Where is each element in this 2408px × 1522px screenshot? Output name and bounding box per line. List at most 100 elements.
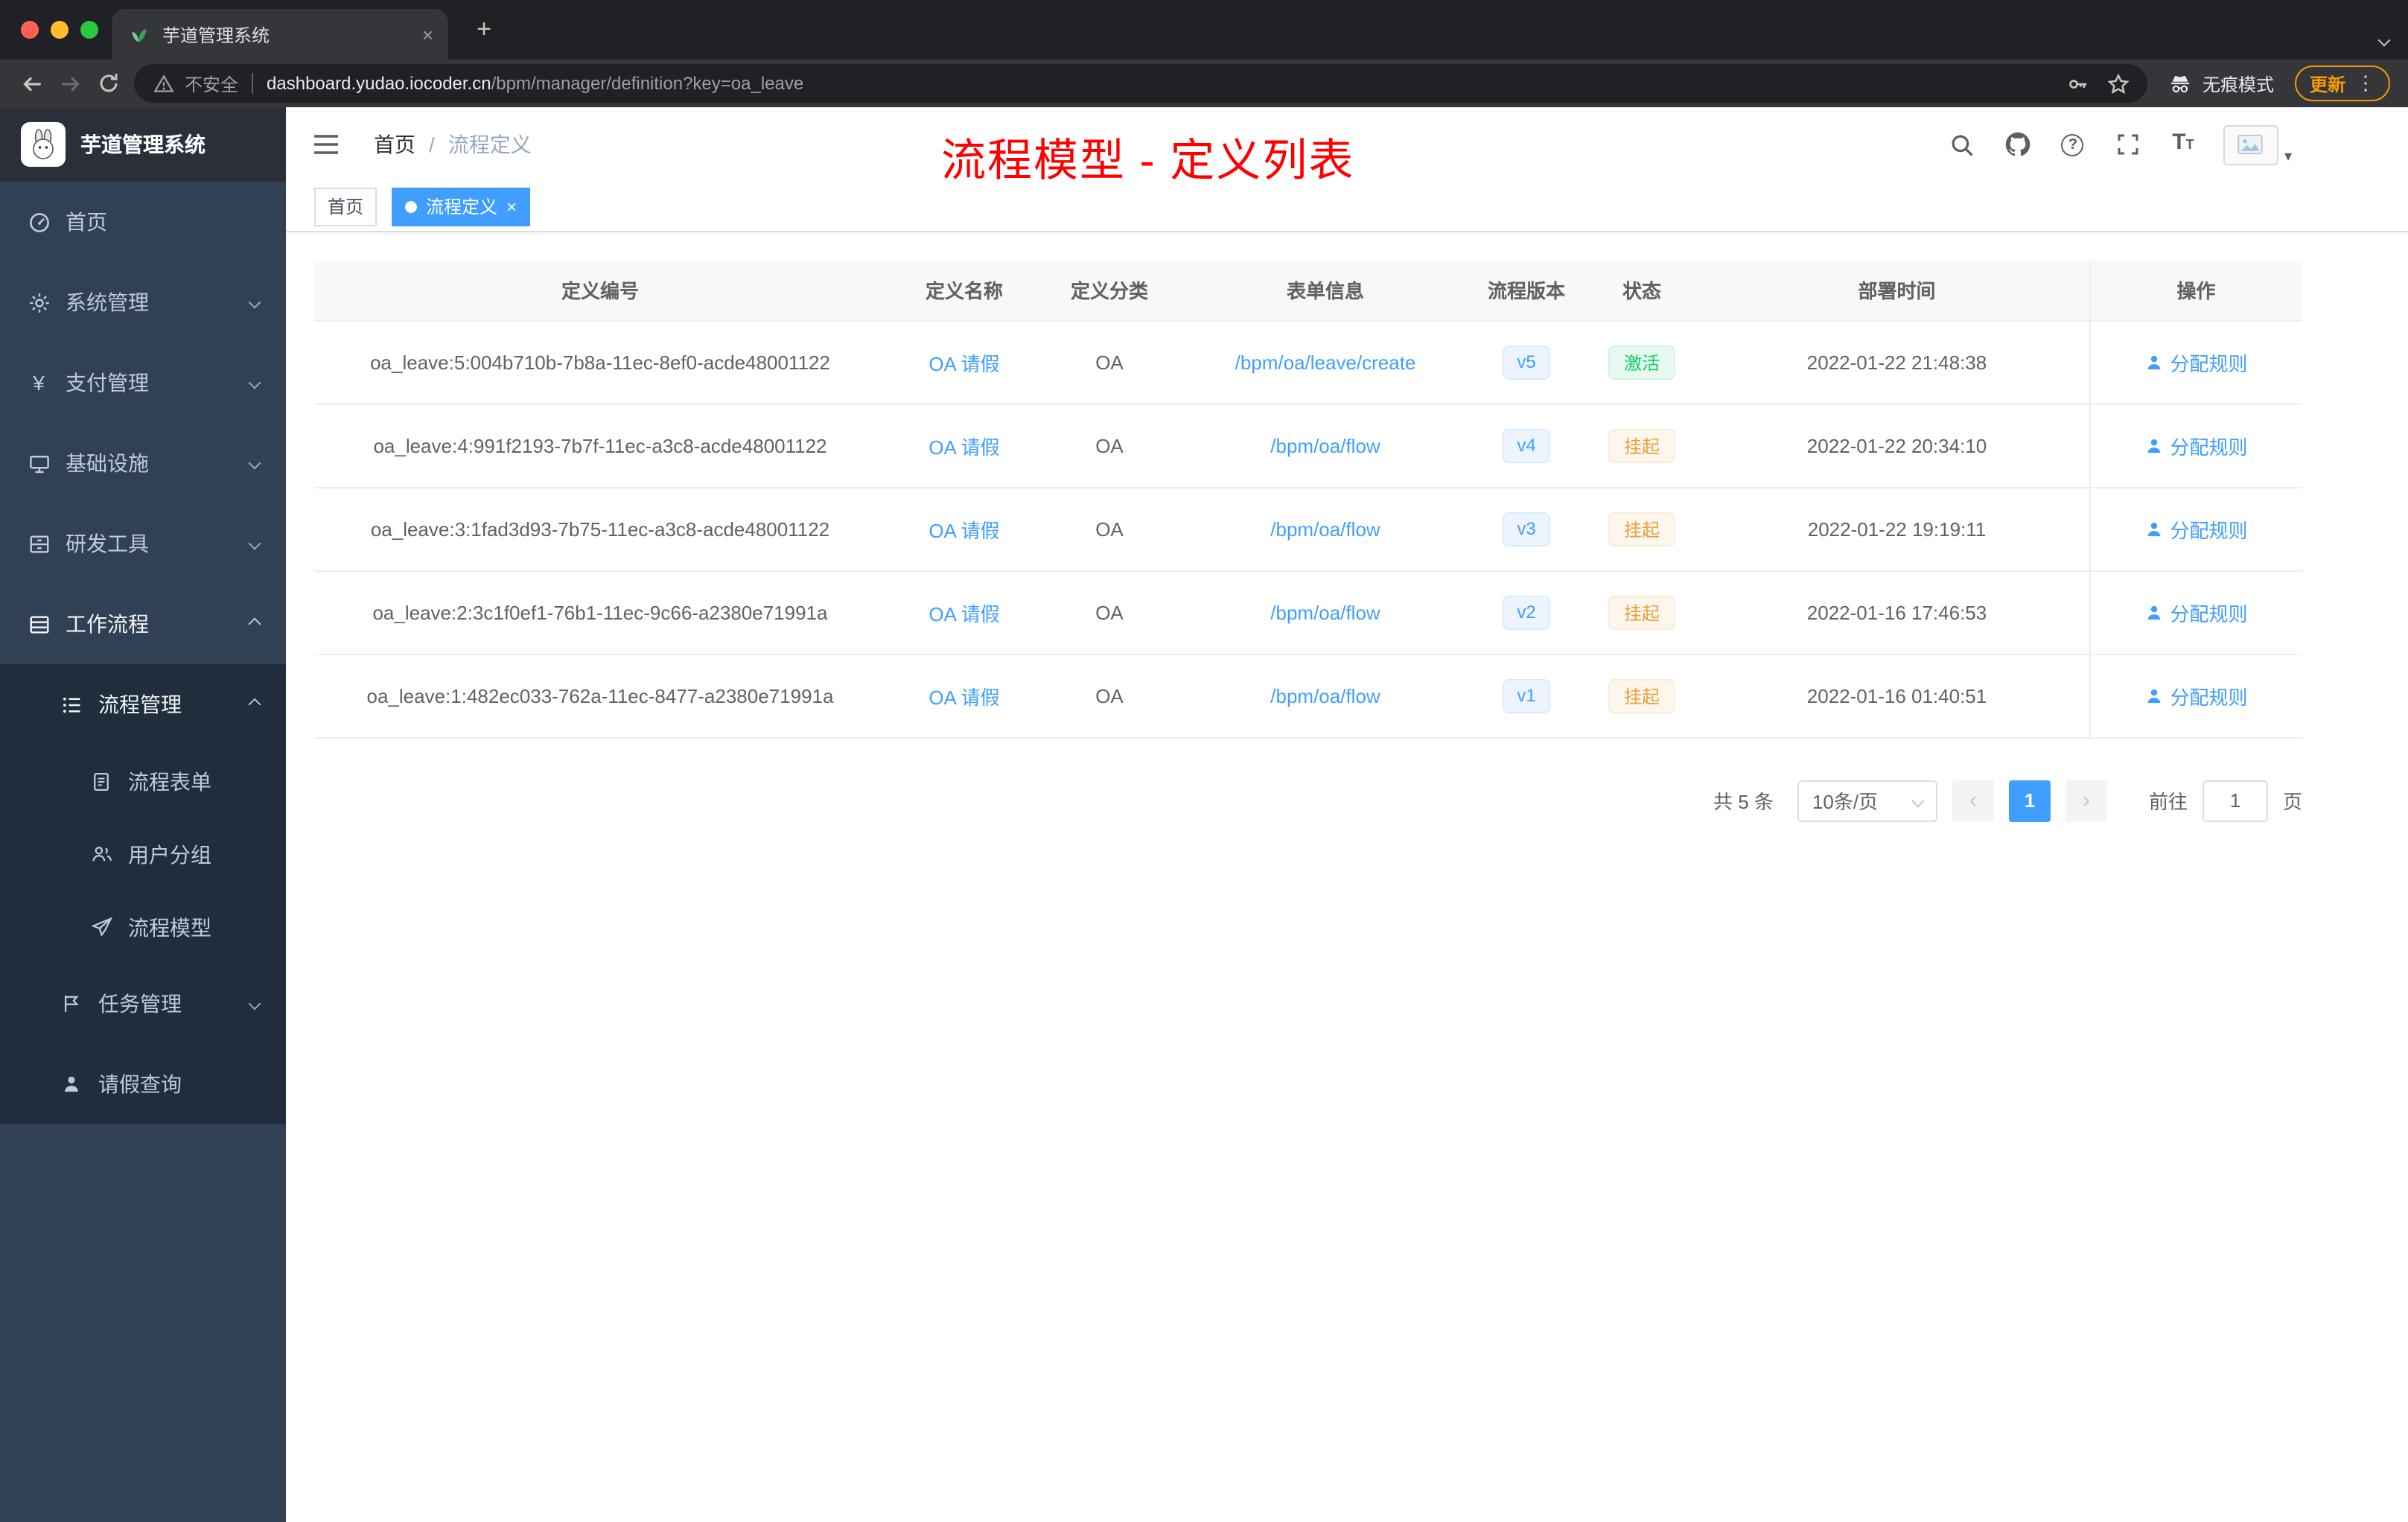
- sidebar-toggle[interactable]: [311, 130, 341, 159]
- page-size-select[interactable]: 10条/页: [1797, 780, 1937, 821]
- version-badge: v4: [1502, 428, 1551, 462]
- version-badge: v3: [1502, 512, 1551, 546]
- assign-rule-link[interactable]: 分配规则: [2144, 348, 2248, 376]
- sidebar-item-workflow[interactable]: 工作流程: [0, 584, 286, 664]
- browser-menu-icon[interactable]: ⋮: [2356, 71, 2375, 95]
- cell-status: 激活: [1579, 320, 1705, 404]
- cell-deploy-time: 2022-01-22 19:19:11: [1705, 487, 2089, 571]
- table-row: oa_leave:4:991f2193-7b7f-11ec-a3c8-acde4…: [314, 404, 2302, 488]
- sidebar-menu: 首页 系统管理 ¥ 支付管理 基础设施 研发工具 工作流程 流程管理 流程表单 …: [0, 182, 286, 1124]
- cell-deploy-time: 2022-01-16 17:46:53: [1705, 570, 2089, 655]
- sidebar-item-user-group[interactable]: 用户分组: [0, 818, 286, 891]
- bookmark-star-icon[interactable]: [2107, 72, 2130, 95]
- goto-page-input[interactable]: [2202, 780, 2268, 821]
- cell-status: 挂起: [1579, 570, 1705, 655]
- table-header-row: 定义编号 定义名称 定义分类 表单信息 流程版本 状态 部署时间 操作: [314, 261, 2302, 321]
- app-window: 芋道管理系统 首页 系统管理 ¥ 支付管理 基础设施 研发工具 工作流程 流程管…: [0, 107, 2408, 1522]
- tag-process-definition[interactable]: 流程定义 ×: [392, 187, 531, 226]
- form-link[interactable]: /bpm/oa/leave/create: [1235, 351, 1416, 373]
- definition-name-link[interactable]: OA 请假: [929, 436, 999, 458]
- form-link[interactable]: /bpm/oa/flow: [1270, 518, 1380, 540]
- sidebar-item-process-form[interactable]: 流程表单: [0, 745, 286, 818]
- sidebar-item-infrastructure[interactable]: 基础设施: [0, 423, 286, 503]
- sidebar-item-payment[interactable]: ¥ 支付管理: [0, 343, 286, 423]
- help-icon[interactable]: ?: [2058, 130, 2088, 159]
- tag-close-icon[interactable]: ×: [506, 197, 517, 215]
- definition-name-link[interactable]: OA 请假: [929, 686, 999, 708]
- font-size-icon[interactable]: TT: [2168, 130, 2198, 159]
- tag-home[interactable]: 首页: [314, 187, 378, 226]
- assign-rule-label: 分配规则: [2170, 519, 2248, 541]
- column-form-info: 表单信息: [1176, 261, 1474, 321]
- fullscreen-icon[interactable]: [2113, 130, 2143, 159]
- security-label: 不安全: [185, 74, 239, 95]
- sidebar-item-leave-query[interactable]: 请假查询: [0, 1044, 286, 1124]
- table-row: oa_leave:5:004b710b-7b8a-11ec-8ef0-acde4…: [314, 320, 2302, 404]
- user-menu[interactable]: ▾: [2223, 124, 2292, 165]
- sidebar-item-label: 流程表单: [128, 769, 211, 793]
- sidebar-item-home[interactable]: 首页: [0, 182, 286, 262]
- sidebar-item-devtools[interactable]: 研发工具: [0, 503, 286, 584]
- definition-name-link[interactable]: OA 请假: [929, 352, 999, 375]
- next-page-button[interactable]: ›: [2065, 780, 2107, 821]
- assign-rule-link[interactable]: 分配规则: [2144, 515, 2248, 543]
- sidebar-item-label: 用户分组: [128, 842, 211, 866]
- chrome-update-button[interactable]: 更新 ⋮: [2294, 66, 2390, 101]
- status-badge: 挂起: [1608, 512, 1675, 546]
- version-badge: v2: [1502, 595, 1551, 629]
- github-icon[interactable]: [2003, 130, 2033, 159]
- definition-name-link[interactable]: OA 请假: [929, 602, 999, 625]
- close-window-button[interactable]: [21, 21, 39, 39]
- sidebar-item-process-management[interactable]: 流程管理: [0, 664, 286, 745]
- sidebar-item-label: 研发工具: [66, 532, 149, 555]
- sidebar-item-process-model[interactable]: 流程模型: [0, 891, 286, 964]
- pagination-total: 共 5 条: [1713, 791, 1774, 813]
- tag-label: 流程定义: [426, 197, 498, 217]
- cell-version: v5: [1474, 320, 1579, 404]
- cell-definition-name: OA 请假: [886, 570, 1042, 655]
- assign-rule-link[interactable]: 分配规则: [2144, 598, 2248, 626]
- forward-button[interactable]: [51, 64, 89, 103]
- url-domain: dashboard.yudao.iocoder.cn: [267, 73, 491, 94]
- assign-rule-link[interactable]: 分配规则: [2144, 681, 2248, 710]
- assign-rule-label: 分配规则: [2170, 602, 2248, 625]
- tab-close-icon[interactable]: ×: [422, 25, 433, 44]
- prev-page-button[interactable]: ‹: [1952, 780, 1994, 821]
- back-button[interactable]: [12, 64, 51, 103]
- form-link[interactable]: /bpm/oa/flow: [1270, 684, 1380, 707]
- definition-name-link[interactable]: OA 请假: [929, 519, 999, 541]
- breadcrumb-home[interactable]: 首页: [374, 130, 415, 159]
- version-badge: v1: [1502, 678, 1551, 713]
- workflow-submenu: 流程管理 流程表单 用户分组 流程模型 任务管理 请假查询: [0, 664, 286, 1124]
- sidebar-item-system[interactable]: 系统管理: [0, 262, 286, 343]
- form-link[interactable]: /bpm/oa/flow: [1270, 434, 1380, 456]
- search-icon[interactable]: [1948, 130, 1978, 159]
- address-bar[interactable]: 不安全 dashboard.yudao.iocoder.cn/bpm/manag…: [134, 64, 2147, 103]
- password-key-icon[interactable]: [2067, 72, 2089, 95]
- minimize-window-button[interactable]: [51, 21, 69, 39]
- new-tab-button[interactable]: +: [468, 13, 500, 46]
- cell-form-info: /bpm/oa/flow: [1176, 654, 1474, 738]
- cell-version: v4: [1474, 404, 1579, 488]
- app-logo[interactable]: 芋道管理系统: [0, 107, 286, 182]
- monitor-icon: [27, 451, 51, 475]
- cell-deploy-time: 2022-01-16 01:40:51: [1705, 654, 2089, 738]
- sidebar-item-label: 首页: [66, 210, 107, 234]
- cell-version: v2: [1474, 570, 1579, 655]
- browser-tab[interactable]: 芋道管理系统 ×: [112, 9, 448, 60]
- page-button-1[interactable]: 1: [2008, 780, 2051, 821]
- reload-button[interactable]: [89, 64, 128, 103]
- incognito-label: 无痕模式: [2202, 74, 2274, 95]
- column-definition-id: 定义编号: [314, 261, 886, 321]
- zoom-window-button[interactable]: [80, 21, 98, 39]
- sidebar-item-task-management[interactable]: 任务管理: [0, 964, 286, 1044]
- assign-rule-link[interactable]: 分配规则: [2144, 431, 2248, 459]
- cell-status: 挂起: [1579, 654, 1705, 738]
- cell-form-info: /bpm/oa/flow: [1176, 487, 1474, 571]
- tab-search-button[interactable]: [2377, 25, 2391, 52]
- incognito-icon: [2168, 71, 2192, 95]
- user-icon: [2148, 688, 2161, 703]
- column-actions: 操作: [2089, 261, 2302, 321]
- form-link[interactable]: /bpm/oa/flow: [1270, 601, 1380, 623]
- chevron-down-icon: [248, 456, 261, 470]
